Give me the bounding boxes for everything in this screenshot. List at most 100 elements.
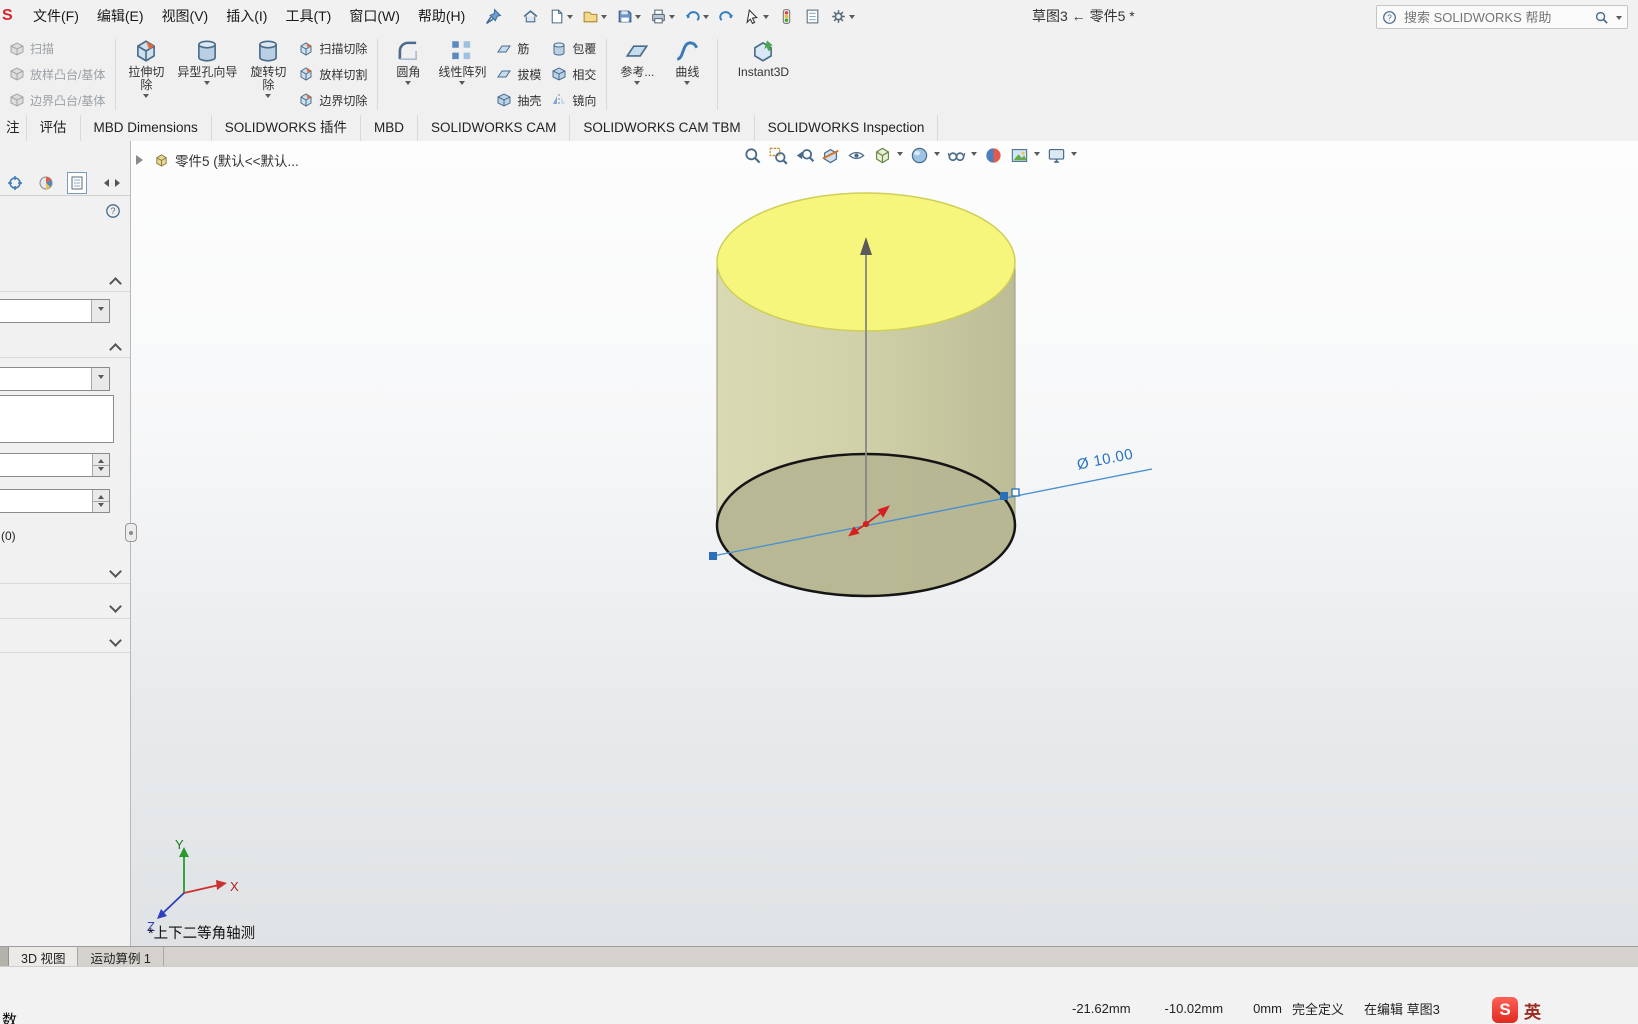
graphics-viewport[interactable]: Ø 10.00 Y X Z 零件5 (默认<<默认... *上下二等角轴测 xyxy=(131,141,1638,946)
ime-indicator[interactable]: S 英 xyxy=(1492,997,1541,1023)
menu-view[interactable]: 视图(V) xyxy=(153,0,218,32)
view-settings-icon[interactable] xyxy=(1047,146,1066,165)
dropdown-caret-icon[interactable] xyxy=(897,152,903,159)
hole-wizard-button[interactable]: 异型孔向导 xyxy=(171,34,243,115)
drag-handle[interactable] xyxy=(1011,488,1020,497)
tab-solidworks-cam-tbm[interactable]: SOLIDWORKS CAM TBM xyxy=(570,115,755,141)
view-orientation-icon[interactable] xyxy=(873,146,892,165)
file-properties-icon[interactable] xyxy=(801,6,824,27)
sogou-logo-icon[interactable]: S xyxy=(1492,997,1518,1023)
loft-button[interactable]: 放样凸台/基体 xyxy=(5,63,109,86)
tab-solidworks-addins[interactable]: SOLIDWORKS 插件 xyxy=(212,115,362,141)
menu-window[interactable]: 窗口(W) xyxy=(340,0,409,32)
dropdown-caret-icon[interactable] xyxy=(934,152,940,159)
dropdown-caret-icon[interactable] xyxy=(1034,152,1040,159)
combo-arrow-button[interactable] xyxy=(91,300,109,322)
group-box-header[interactable] xyxy=(0,275,130,292)
numeric-stepper-2[interactable] xyxy=(0,489,110,513)
scroll-left-icon[interactable] xyxy=(100,179,110,187)
tab-motion-study[interactable]: 运动算例 1 xyxy=(78,947,164,967)
step-down-icon[interactable] xyxy=(93,500,109,512)
display-manager-icon[interactable] xyxy=(37,173,55,193)
rib-button[interactable]: 筋 xyxy=(492,37,545,60)
tab-mbd[interactable]: MBD xyxy=(361,115,419,141)
wrap-button[interactable]: 包覆 xyxy=(547,37,600,60)
zoom-area-icon[interactable] xyxy=(769,146,788,165)
annotation-view-icon[interactable] xyxy=(847,146,866,165)
tab-annotation-partial[interactable]: 注 xyxy=(0,115,27,141)
tab-mbd-dimensions[interactable]: MBD Dimensions xyxy=(81,115,212,141)
swept-cut-button[interactable]: 扫描切除 xyxy=(294,37,371,60)
combo-box-1[interactable] xyxy=(0,299,110,323)
help-icon[interactable] xyxy=(1382,10,1397,25)
dropdown-caret-icon[interactable] xyxy=(971,152,977,159)
draft-button[interactable]: 拔模 xyxy=(492,63,545,86)
tab-solidworks-cam[interactable]: SOLIDWORKS CAM xyxy=(418,115,571,141)
selection-list-box[interactable] xyxy=(0,395,114,443)
select-arrow-icon[interactable] xyxy=(741,6,772,27)
hide-show-items-icon[interactable] xyxy=(947,146,966,165)
menu-help[interactable]: 帮助(H) xyxy=(409,0,474,32)
dropdown-caret-icon[interactable] xyxy=(1071,152,1077,159)
lofted-cut-button[interactable]: 放样切割 xyxy=(294,63,371,86)
tab-solidworks-inspection[interactable]: SOLIDWORKS Inspection xyxy=(755,115,939,141)
section-view-icon[interactable] xyxy=(821,146,840,165)
display-style-icon[interactable] xyxy=(910,146,929,165)
zoom-fit-icon[interactable] xyxy=(743,146,762,165)
collapsed-group-header[interactable] xyxy=(0,594,130,619)
tab-bar-grip[interactable] xyxy=(0,947,9,967)
diameter-dimension[interactable]: Ø 10.00 xyxy=(1076,446,1135,474)
open-icon[interactable] xyxy=(579,6,610,27)
apply-scene-icon[interactable] xyxy=(1010,146,1029,165)
rebuild-icon[interactable] xyxy=(775,6,798,27)
model-scene[interactable]: Ø 10.00 Y X Z xyxy=(131,141,1638,946)
shell-button[interactable]: 抽壳 xyxy=(492,89,545,112)
redo-icon[interactable] xyxy=(715,6,738,27)
menu-edit[interactable]: 编辑(E) xyxy=(88,0,153,32)
active-pane-icon[interactable] xyxy=(67,172,88,194)
instant3d-button[interactable]: Instant3D xyxy=(723,34,803,115)
new-document-icon[interactable] xyxy=(545,6,576,27)
combo-box-2[interactable] xyxy=(0,367,110,391)
mirror-button[interactable]: 镜向 xyxy=(547,89,600,112)
search-icon[interactable] xyxy=(1594,10,1609,25)
combo-arrow-button[interactable] xyxy=(91,368,109,390)
revolved-cut-button[interactable]: 旋转切除 xyxy=(243,34,293,115)
scroll-right-icon[interactable] xyxy=(115,179,124,187)
numeric-stepper-1[interactable] xyxy=(0,453,110,477)
sketch-handle[interactable] xyxy=(1000,492,1008,500)
intersect-button[interactable]: 相交 xyxy=(547,63,600,86)
options-gear-icon[interactable] xyxy=(827,6,858,27)
search-dropdown-caret-icon[interactable] xyxy=(1616,15,1622,23)
undo-icon[interactable] xyxy=(681,6,712,27)
print-icon[interactable] xyxy=(647,6,678,27)
step-up-icon[interactable] xyxy=(93,454,109,465)
group-box-header[interactable] xyxy=(0,341,130,358)
boundary-boss-button[interactable]: 边界凸台/基体 xyxy=(5,89,109,112)
extruded-cut-button[interactable]: 拉伸切除 xyxy=(121,34,171,115)
home-icon[interactable] xyxy=(519,6,542,27)
target-tab-icon[interactable] xyxy=(6,173,24,193)
step-up-icon[interactable] xyxy=(93,490,109,501)
sketch-handle[interactable] xyxy=(709,552,717,560)
menu-tools[interactable]: 工具(T) xyxy=(276,0,340,32)
previous-view-icon[interactable] xyxy=(795,146,814,165)
collapsed-group-header[interactable] xyxy=(0,559,130,584)
tab-evaluate[interactable]: 评估 xyxy=(27,115,81,141)
reference-geometry-button[interactable]: 参考... xyxy=(612,34,662,115)
step-down-icon[interactable] xyxy=(93,464,109,476)
fillet-button[interactable]: 圆角 xyxy=(383,34,433,115)
menu-insert[interactable]: 插入(I) xyxy=(217,0,276,32)
edit-appearance-icon[interactable] xyxy=(984,146,1003,165)
search-input[interactable] xyxy=(1402,8,1589,26)
sweep-button[interactable]: 扫描 xyxy=(5,37,109,60)
linear-pattern-button[interactable]: 线性阵列 xyxy=(433,34,491,115)
pin-icon[interactable] xyxy=(482,6,505,27)
curves-button[interactable]: 曲线 xyxy=(662,34,712,115)
tab-3d-views[interactable]: 3D 视图 xyxy=(9,947,79,967)
ime-mode-label[interactable]: 英 xyxy=(1524,998,1541,1023)
panel-splitter-handle[interactable] xyxy=(125,523,137,542)
feature-tree-expand-icon[interactable] xyxy=(136,155,148,165)
menu-file[interactable]: 文件(F) xyxy=(24,0,88,32)
save-icon[interactable] xyxy=(613,6,644,27)
